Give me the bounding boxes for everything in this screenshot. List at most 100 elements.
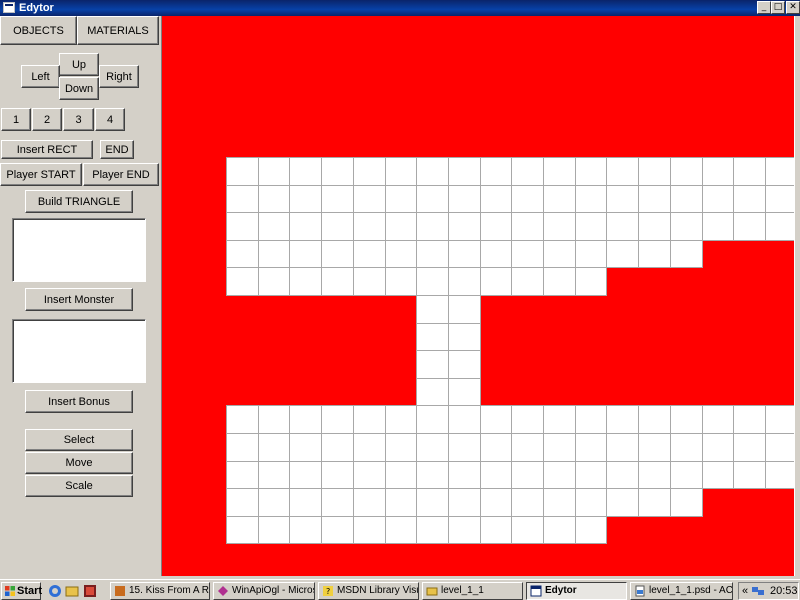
floor-tile[interactable] [353,267,386,296]
floor-tile[interactable] [289,488,322,517]
floor-tile[interactable] [511,488,544,517]
monster-list[interactable] [12,319,146,383]
floor-tile[interactable] [448,185,481,213]
task-visual-studio[interactable]: WinApiOgl - Micros... [213,582,315,600]
floor-tile[interactable] [606,157,639,186]
floor-tile[interactable] [353,461,386,489]
floor-tile[interactable] [321,405,354,434]
floor-tile[interactable] [606,240,639,268]
floor-tile[interactable] [353,157,386,186]
floor-tile[interactable] [321,516,354,544]
network-icon[interactable] [752,585,765,597]
tab-materials[interactable]: MATERIALS [77,16,159,45]
floor-tile[interactable] [385,212,417,241]
floor-tile[interactable] [385,240,417,268]
triangle-list[interactable] [12,218,146,282]
floor-tile[interactable] [543,240,576,268]
task-photoshop-file[interactable]: level_1_1.psd - AC... [630,582,733,600]
floor-tile[interactable] [385,157,417,186]
connector-tile[interactable] [416,295,449,324]
floor-tile[interactable] [289,405,322,434]
connector-tile[interactable] [448,378,481,406]
floor-tile[interactable] [385,405,417,434]
floor-tile[interactable] [353,516,386,544]
floor-tile[interactable] [765,185,794,213]
floor-tile[interactable] [289,516,322,544]
floor-tile[interactable] [480,240,512,268]
floor-tile[interactable] [258,461,290,489]
nav-left-button[interactable]: Left [21,65,60,88]
floor-tile[interactable] [480,461,512,489]
task-msdn-library[interactable]: ? MSDN Library Visu... [318,582,419,600]
floor-tile[interactable] [575,240,607,268]
floor-tile[interactable] [289,433,322,462]
layer-2-button[interactable]: 2 [32,108,62,131]
nav-down-button[interactable]: Down [59,77,99,100]
floor-tile[interactable] [543,212,576,241]
floor-tile[interactable] [575,267,607,296]
connector-tile[interactable] [416,350,449,379]
floor-tile[interactable] [670,433,703,462]
connector-tile[interactable] [416,378,449,406]
floor-tile[interactable] [226,488,259,517]
insert-bonus-button[interactable]: Insert Bonus [25,390,133,413]
floor-tile[interactable] [638,185,671,213]
floor-tile[interactable] [575,488,607,517]
floor-tile[interactable] [289,267,322,296]
floor-tile[interactable] [480,516,512,544]
floor-tile[interactable] [385,185,417,213]
floor-tile[interactable] [480,212,512,241]
floor-tile[interactable] [289,461,322,489]
floor-tile[interactable] [321,267,354,296]
floor-tile[interactable] [353,185,386,213]
floor-tile[interactable] [385,433,417,462]
floor-tile[interactable] [258,516,290,544]
floor-tile[interactable] [638,461,671,489]
floor-tile[interactable] [448,461,481,489]
tray-expand-icon[interactable]: « [742,583,748,599]
floor-tile[interactable] [258,488,290,517]
floor-tile[interactable] [353,240,386,268]
floor-tile[interactable] [511,240,544,268]
floor-tile[interactable] [226,240,259,268]
floor-tile[interactable] [258,185,290,213]
floor-tile[interactable] [321,433,354,462]
nav-right-button[interactable]: Right [99,65,139,88]
floor-tile[interactable] [670,157,703,186]
floor-tile[interactable] [670,212,703,241]
floor-tile[interactable] [258,405,290,434]
floor-tile[interactable] [670,240,703,268]
insert-monster-button[interactable]: Insert Monster [25,288,133,311]
floor-tile[interactable] [702,185,734,213]
floor-tile[interactable] [321,185,354,213]
floor-tile[interactable] [289,185,322,213]
floor-tile[interactable] [226,267,259,296]
floor-tile[interactable] [258,433,290,462]
floor-tile[interactable] [702,405,734,434]
floor-tile[interactable] [670,185,703,213]
floor-tile[interactable] [416,516,449,544]
floor-tile[interactable] [416,461,449,489]
floor-tile[interactable] [733,461,766,489]
floor-tile[interactable] [511,433,544,462]
floor-tile[interactable] [226,461,259,489]
insert-rect-button[interactable]: Insert RECT [1,140,93,159]
floor-tile[interactable] [511,157,544,186]
floor-tile[interactable] [670,405,703,434]
floor-tile[interactable] [606,433,639,462]
connector-tile[interactable] [448,295,481,324]
floor-tile[interactable] [385,488,417,517]
player-end-button[interactable]: Player END [83,163,159,186]
floor-tile[interactable] [353,488,386,517]
floor-tile[interactable] [765,461,794,489]
floor-tile[interactable] [702,212,734,241]
floor-tile[interactable] [289,212,322,241]
floor-tile[interactable] [448,433,481,462]
floor-tile[interactable] [226,405,259,434]
floor-tile[interactable] [511,267,544,296]
floor-tile[interactable] [765,212,794,241]
end-button[interactable]: END [100,140,134,159]
floor-tile[interactable] [543,157,576,186]
floor-tile[interactable] [321,461,354,489]
floor-tile[interactable] [606,488,639,517]
